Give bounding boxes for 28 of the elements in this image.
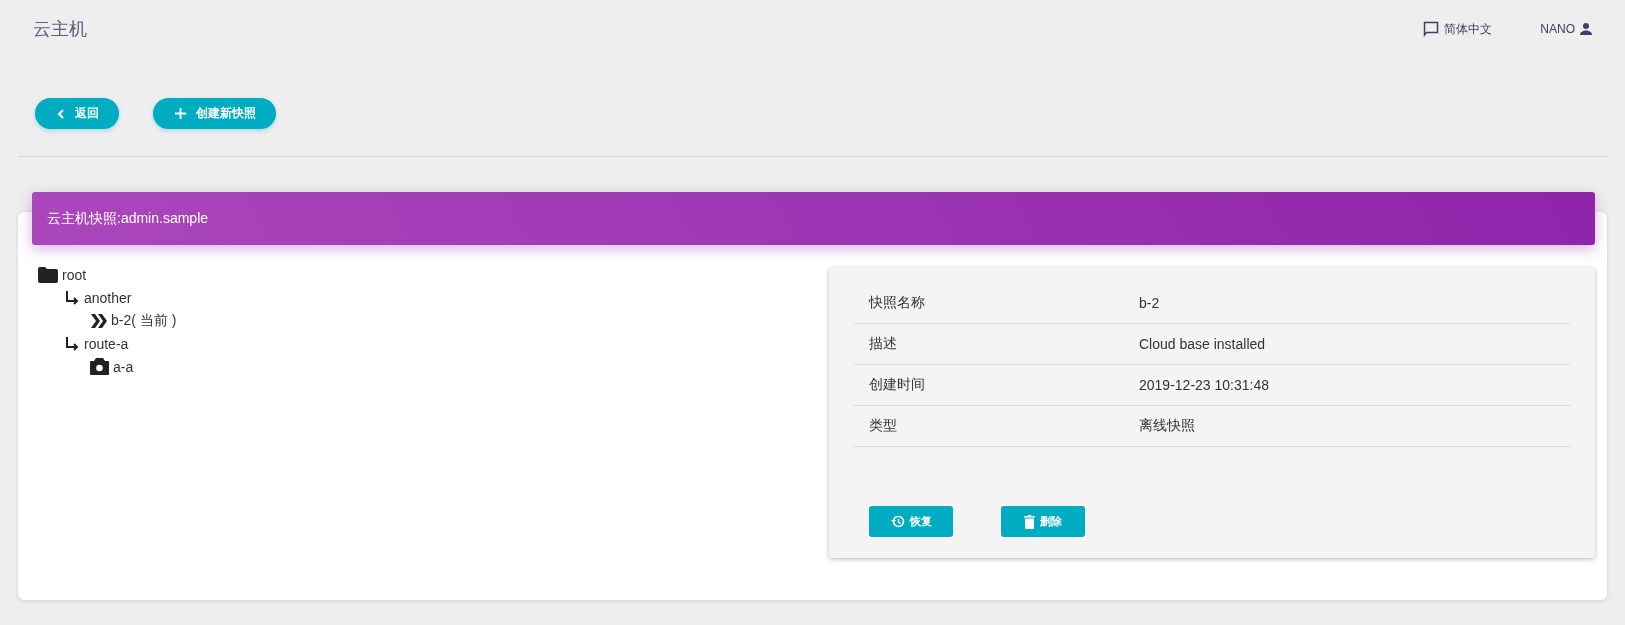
detail-label: 快照名称 (867, 294, 926, 312)
trash-icon (1024, 514, 1035, 529)
camera-icon (90, 358, 109, 375)
plus-icon (175, 108, 186, 119)
tree-node-label[interactable]: route-a (84, 335, 129, 352)
user-menu[interactable]: NANO (1540, 22, 1592, 36)
turn-arrow-icon (64, 289, 80, 306)
card-header: 云主机快照:admin.sample (32, 192, 1595, 245)
double-chevron-icon (90, 313, 107, 328)
language-selector[interactable]: 简体中文 (1423, 20, 1493, 38)
chevron-left-icon (57, 108, 65, 119)
detail-value: Cloud base installed (1139, 336, 1266, 352)
tree-node-label[interactable]: b-2( 当前 ) (111, 311, 177, 330)
detail-label: 类型 (868, 417, 898, 435)
turn-arrow-icon (64, 335, 80, 352)
page-title: 云主机 (33, 18, 88, 41)
person-icon (1580, 23, 1592, 35)
tree-node-label[interactable]: a-a (113, 358, 134, 375)
chat-bubble-icon (1423, 21, 1440, 37)
history-icon (890, 515, 905, 528)
detail-value: 2019-12-23 10:31:48 (1139, 377, 1269, 393)
tree-node-label[interactable]: another (84, 289, 132, 306)
detail-value: b-2 (1139, 295, 1160, 311)
detail-label: 描述 (868, 335, 898, 353)
detail-label: 创建时间 (868, 376, 926, 394)
folder-icon (38, 266, 58, 283)
tree-node-label[interactable]: root (62, 266, 87, 283)
detail-value: 离线快照 (1139, 417, 1195, 435)
